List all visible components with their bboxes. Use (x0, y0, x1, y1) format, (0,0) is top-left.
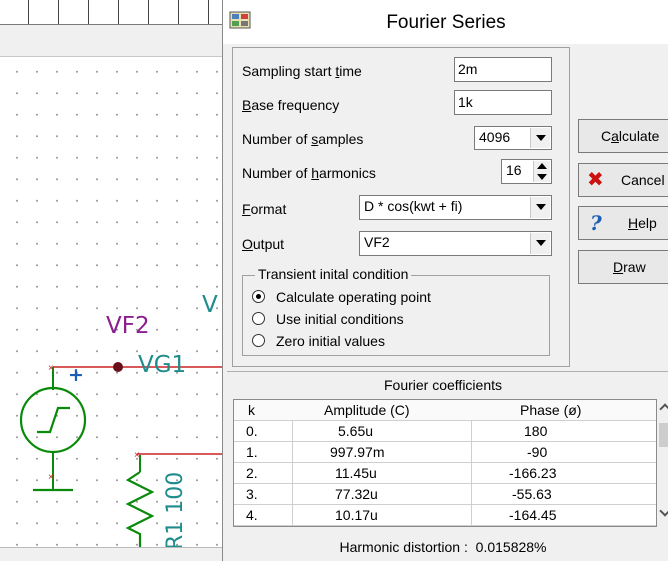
fourier-coefficients-panel: Fourier coefficients k Amplitude (C) Pha… (227, 371, 668, 561)
scroll-up-icon[interactable] (659, 403, 668, 415)
scroll-thumb[interactable] (659, 423, 668, 447)
column-header-phase: Phase (ø) (520, 402, 582, 418)
transient-condition-group: Transient inital condition Calculate ope… (242, 266, 550, 356)
resistor[interactable] (125, 471, 155, 547)
output-label: Output (242, 236, 285, 252)
format-select[interactable]: D * cos(kwt + fi) (359, 195, 552, 220)
table-row[interactable]: 0. 5.65u 180 (234, 421, 656, 442)
sampling-start-time-input[interactable]: 2m (454, 57, 552, 82)
sampling-start-time-label: Sampling start time (242, 63, 362, 79)
x-icon: ✖ (587, 169, 604, 191)
coefficients-table: k Amplitude (C) Phase (ø) 0. 5.65u 180 1… (233, 399, 657, 527)
cancel-button[interactable]: ✖ Cancel (578, 163, 668, 197)
dialog-title: Fourier Series (386, 12, 506, 33)
base-frequency-input[interactable]: 1k (454, 90, 552, 115)
dialog-titlebar[interactable]: Fourier Series (223, 0, 668, 44)
table-row[interactable]: 2. 11.45u -166.23 (234, 463, 656, 484)
junction-node (113, 362, 123, 372)
draw-button[interactable]: Draw (578, 250, 668, 284)
schematic-editor: × × × VF2 VG1 + V R1 100 (0, 0, 222, 561)
svg-text:×: × (48, 363, 54, 374)
table-header-row: k Amplitude (C) Phase (ø) (234, 400, 656, 421)
fourier-coefficients-title: Fourier coefficients (383, 377, 502, 393)
chevron-down-icon[interactable] (530, 233, 550, 254)
svg-text:×: × (48, 472, 54, 483)
radio-empty-icon[interactable] (252, 312, 265, 325)
chevron-down-icon[interactable] (530, 197, 550, 218)
base-frequency-label: Base frequency (242, 97, 340, 113)
number-of-harmonics-stepper[interactable]: 16 (501, 159, 552, 184)
step-waveform-icon (37, 406, 70, 434)
generator-label[interactable]: VG1 (138, 352, 186, 378)
chevron-down-icon[interactable] (530, 128, 550, 148)
table-row[interactable]: 3. 77.32u -55.63 (234, 484, 656, 505)
number-of-samples-select[interactable]: 4096 (474, 126, 552, 150)
transient-condition-legend: Transient inital condition (255, 266, 412, 282)
table-row[interactable]: 4. 10.17u -164.45 (234, 505, 656, 526)
table-row[interactable]: 1. 997.97m -90 (234, 442, 656, 463)
schematic-drawing: × × × (19, 362, 222, 547)
plus-sign: + (68, 364, 84, 386)
scroll-down-icon[interactable] (659, 505, 668, 517)
net-label-vf2[interactable]: VF2 (106, 313, 150, 339)
coefficients-scrollbar[interactable] (659, 399, 668, 527)
spin-arrows-icon[interactable] (533, 161, 550, 182)
parameters-panel: Sampling start time 2m Base frequency 1k… (232, 47, 570, 367)
column-header-amplitude: Amplitude (C) (324, 402, 410, 418)
radio-selected-icon[interactable] (252, 290, 265, 303)
partial-label: V (202, 292, 218, 318)
fourier-series-dialog: Fourier Series Sampling start time 2m Ba… (222, 0, 668, 561)
question-icon: ? (590, 211, 602, 235)
help-button[interactable]: ? Help (578, 206, 668, 240)
column-header-k: k (248, 402, 255, 418)
output-select[interactable]: VF2 (359, 231, 552, 256)
harmonic-distortion-value: 0.015828% (475, 539, 547, 555)
format-label: Format (242, 201, 287, 217)
radio-empty-icon[interactable] (252, 334, 265, 347)
calculate-button[interactable]: Calculate (578, 119, 668, 153)
number-of-harmonics-label: Number of harmonics (242, 165, 376, 181)
resistor-label[interactable]: R1 100 (163, 472, 188, 550)
number-of-samples-label: Number of samples (242, 131, 364, 147)
harmonic-distortion-readout: Harmonic distortion : 0.015828% (339, 539, 547, 555)
schematic-scrollbar[interactable] (0, 547, 222, 561)
